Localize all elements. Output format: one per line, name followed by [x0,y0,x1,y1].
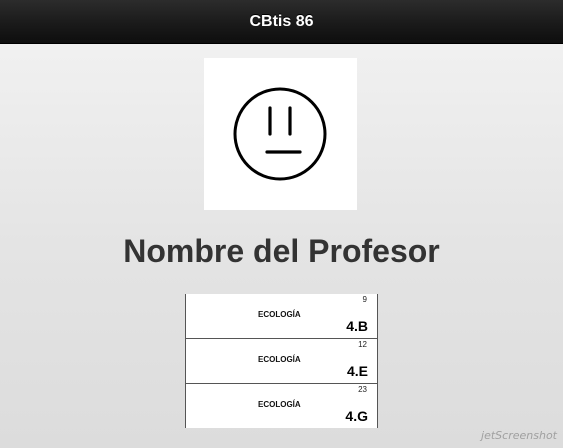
class-group: 4.G [345,408,368,424]
class-item[interactable]: ECOLOGÍA 9 4.B [186,294,377,339]
teacher-name: Nombre del Profesor [123,233,440,269]
class-student-count: 23 [358,385,367,394]
class-item[interactable]: ECOLOGÍA 12 4.E [186,339,377,384]
class-list: ECOLOGÍA 9 4.B ECOLOGÍA 12 4.E ECOLOGÍA … [185,294,378,428]
teacher-avatar [204,58,357,210]
class-subject: ECOLOGÍA [258,400,301,409]
class-student-count: 9 [362,295,367,304]
class-subject: ECOLOGÍA [258,355,301,364]
top-bar: CBtis 86 [0,0,563,44]
class-subject: ECOLOGÍA [258,310,301,319]
class-group: 4.E [346,363,368,379]
class-student-count: 12 [358,340,367,349]
class-group: 4.B [346,318,368,334]
class-item[interactable]: ECOLOGÍA 23 4.G [186,384,377,428]
neutral-face-icon [233,87,327,181]
app-title: CBtis 86 [249,12,314,30]
screenshot-watermark: jetScreenshot [481,429,557,442]
